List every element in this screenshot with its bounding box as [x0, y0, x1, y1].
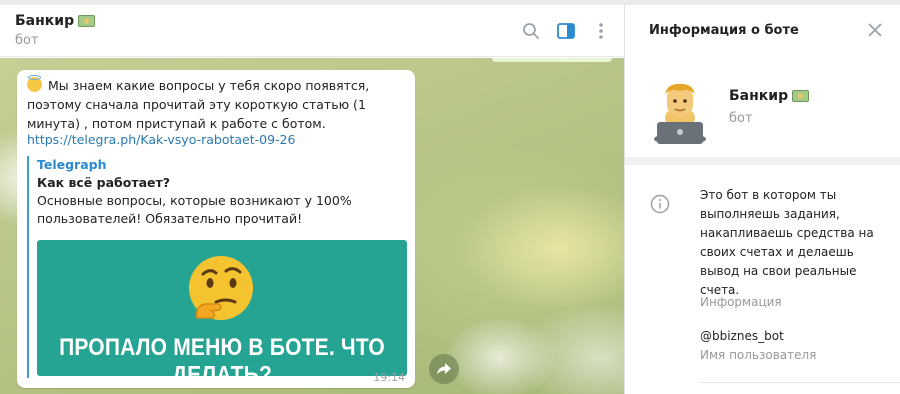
bot-description-label: Информация — [700, 295, 782, 309]
bot-info-panel: Информация о боте Банкир бот Это бот в к… — [624, 5, 900, 394]
money-bill-icon — [78, 15, 96, 27]
bot-avatar-laptop[interactable] — [653, 82, 707, 144]
message-time: 19:14 — [373, 371, 405, 384]
preview-image[interactable]: ПРОПАЛО МЕНЮ В БОТЕ. ЧТО ДЕЛАТЬ? — [37, 240, 407, 376]
section-divider-line — [700, 382, 900, 383]
more-vertical-icon[interactable] — [590, 20, 612, 42]
previous-message-edge — [492, 58, 612, 62]
message-text: Мы знаем какие вопросы у тебя скоро появ… — [27, 78, 370, 131]
info-icon — [650, 194, 670, 214]
share-icon — [437, 363, 451, 375]
link-preview[interactable]: Telegraph Как всё работает? Основные воп… — [27, 156, 407, 378]
chat-title-row[interactable]: Банкир — [15, 13, 96, 29]
bot-description: Это бот в котором ты выполняешь задания,… — [700, 188, 874, 297]
chat-title[interactable]: Банкир — [15, 13, 74, 29]
bot-username[interactable]: @bbiznes_bot — [700, 329, 784, 343]
message-text-block: Мы знаем какие вопросы у тебя скоро появ… — [27, 75, 407, 133]
preview-description: Основные вопросы, которые возникают у 10… — [37, 193, 352, 226]
preview-title: Как всё работает? — [37, 175, 170, 190]
sidebar-toggle-icon[interactable] — [555, 20, 577, 42]
preview-site-name: Telegraph — [37, 157, 107, 172]
section-divider — [625, 157, 900, 165]
bot-name-row: Банкир — [729, 88, 810, 104]
money-bill-icon — [792, 90, 810, 102]
bot-subtitle: бот — [729, 111, 753, 126]
chat-header[interactable]: Банкир бот — [0, 5, 624, 57]
chat-background: Мы знаем какие вопросы у тебя скоро появ… — [0, 58, 624, 394]
bot-username-label: Имя пользователя — [700, 348, 817, 362]
share-button[interactable] — [429, 354, 459, 384]
close-icon[interactable] — [866, 21, 884, 39]
chat-subtitle: бот — [15, 33, 39, 48]
message-bubble[interactable]: Мы знаем какие вопросы у тебя скоро появ… — [17, 70, 415, 388]
preview-image-caption: ПРОПАЛО МЕНЮ В БОТЕ. ЧТО ДЕЛАТЬ? — [59, 334, 385, 376]
chat-area: Банкир бот Мы знаем какие вопросы у тебя… — [0, 5, 624, 394]
thinking-face-icon — [189, 256, 253, 320]
search-icon[interactable] — [520, 20, 542, 42]
panel-title: Информация о боте — [649, 23, 799, 38]
bot-name: Банкир — [729, 88, 789, 104]
message-link[interactable]: https://telegra.ph/Kak-vsyo-rabotaet-09-… — [27, 132, 295, 147]
smiling-halo-emoji-icon — [27, 75, 42, 92]
